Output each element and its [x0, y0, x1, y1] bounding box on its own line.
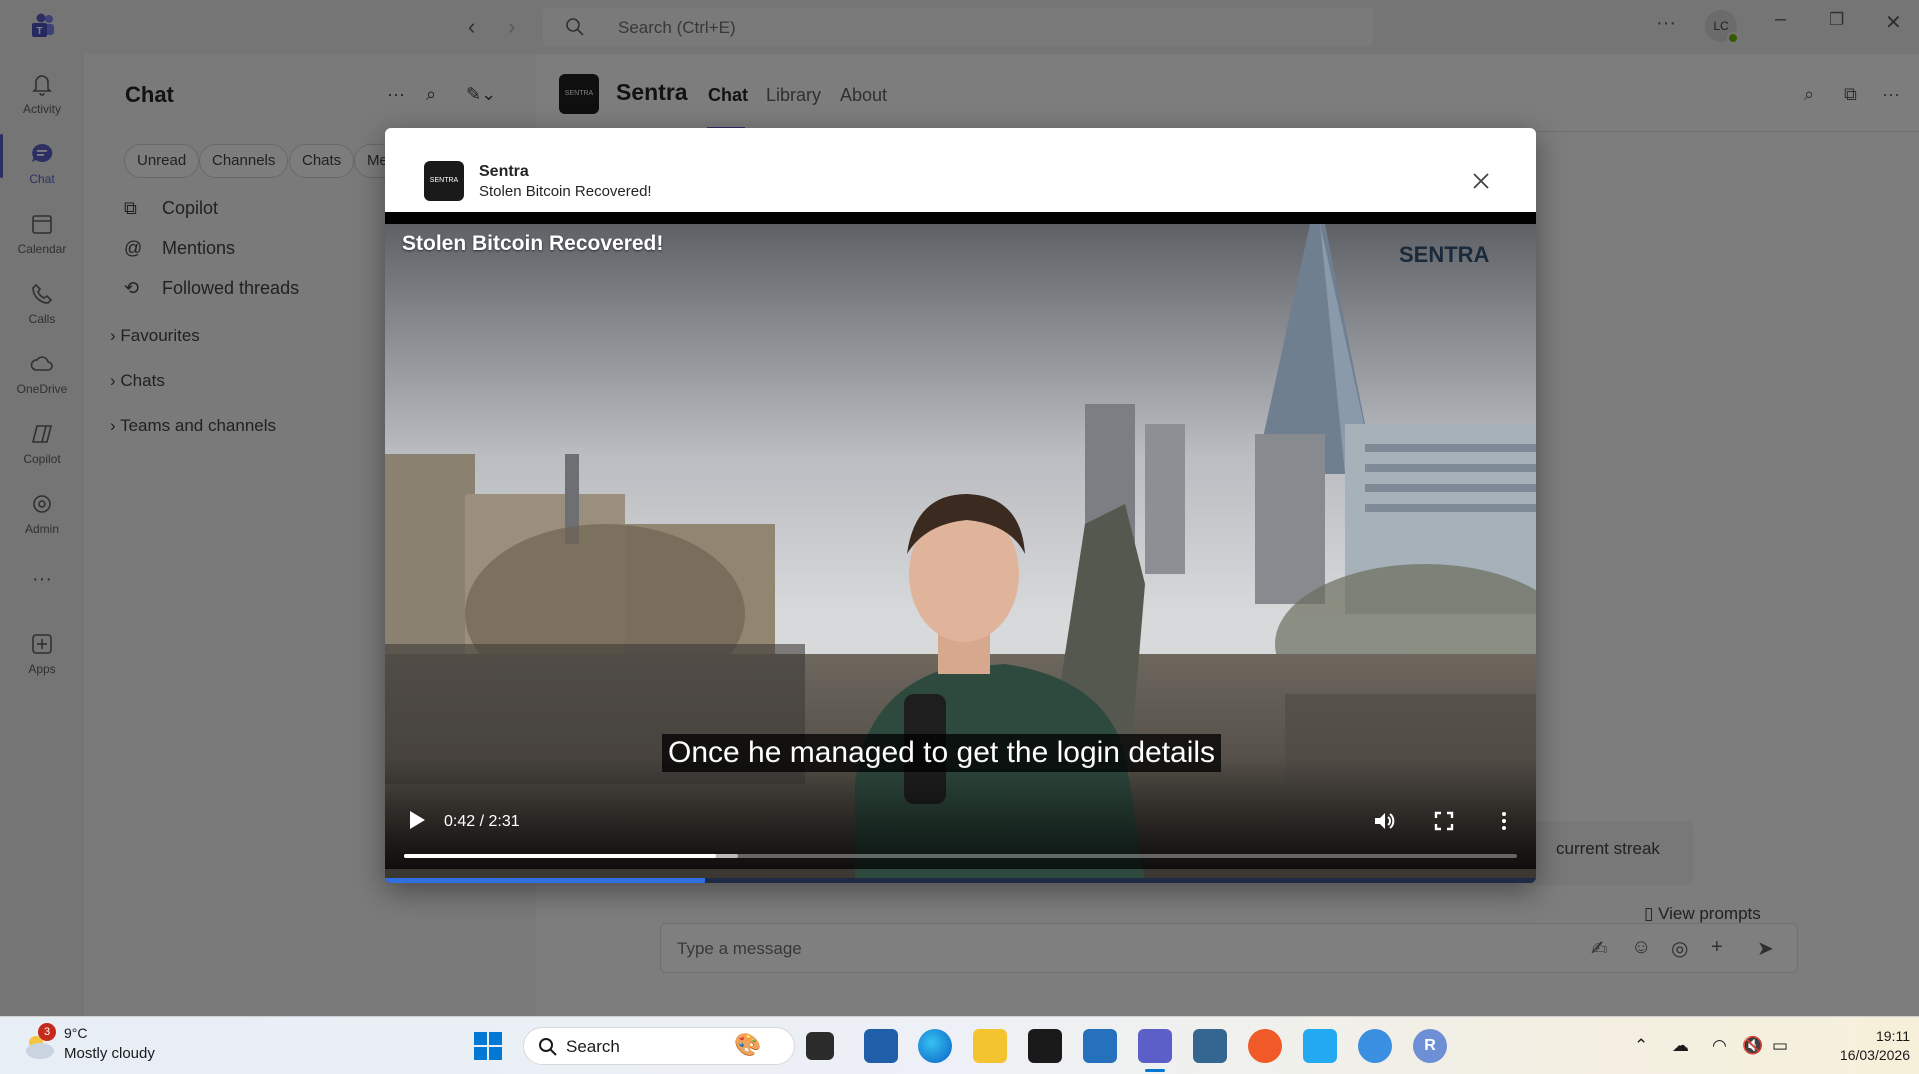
- clock-time: 19:11: [1876, 1028, 1910, 1044]
- video-bottom-progress: [385, 878, 1536, 883]
- task-view-icon[interactable]: [806, 1032, 834, 1060]
- app-news-icon[interactable]: [864, 1029, 898, 1063]
- play-icon[interactable]: [407, 809, 427, 831]
- close-icon[interactable]: [1468, 168, 1494, 194]
- video-controls: 0:42 / 2:31: [385, 757, 1536, 869]
- clock-date: 16/03/2026: [1839, 1047, 1910, 1063]
- wifi-icon[interactable]: ◠: [1712, 1036, 1727, 1056]
- more-vertical-icon[interactable]: [1492, 809, 1516, 833]
- weather-notification-badge: 3: [38, 1023, 56, 1041]
- dialog-header: SENTRA Sentra Stolen Bitcoin Recovered!: [385, 128, 1536, 212]
- video-seek-bar[interactable]: [404, 854, 1517, 858]
- video-time: 0:42 / 2:31: [444, 813, 520, 830]
- weather-condition: Mostly cloudy: [64, 1045, 155, 1062]
- windows-start-icon[interactable]: [473, 1031, 503, 1061]
- taskbar-search-placeholder: Search: [566, 1037, 620, 1056]
- dialog-subtitle: Stolen Bitcoin Recovered!: [479, 183, 652, 200]
- video-brand-watermark: SENTRA: [1399, 242, 1490, 267]
- dialog-app-name: Sentra: [479, 163, 529, 180]
- remote-desktop-icon[interactable]: [1358, 1029, 1392, 1063]
- system-clock[interactable]: 19:11 16/03/2026: [1810, 1027, 1910, 1065]
- taskbar-search-input[interactable]: Search 🎨: [523, 1027, 795, 1065]
- volume-muted-icon[interactable]: 🔇: [1742, 1036, 1763, 1056]
- video-dialog: SENTRA Sentra Stolen Bitcoin Recovered!: [385, 128, 1536, 883]
- edge-browser-icon[interactable]: [918, 1029, 952, 1063]
- active-app-indicator: [1145, 1069, 1165, 1072]
- r-app-icon[interactable]: R: [1413, 1029, 1447, 1063]
- search-icon: [539, 1038, 557, 1056]
- search-highlight-icon: 🎨: [734, 1032, 762, 1057]
- tray-chevron-up-icon[interactable]: ⌃: [1634, 1036, 1648, 1056]
- taskbar: 3 9°C Mostly cloudy Search 🎨 R ⌃ ☁ ◠ 🔇 ▭…: [0, 1016, 1919, 1074]
- battery-icon[interactable]: ▭: [1772, 1036, 1788, 1056]
- file-explorer-icon[interactable]: [973, 1029, 1007, 1063]
- video-played-bar: [404, 854, 716, 858]
- sentra-logo: SENTRA: [424, 161, 464, 201]
- weather-widget[interactable]: 3 9°C Mostly cloudy: [22, 1023, 172, 1067]
- video-player[interactable]: Stolen Bitcoin Recovered! SENTRA Once he…: [385, 212, 1536, 883]
- fullscreen-icon[interactable]: [1432, 809, 1456, 833]
- terminal-icon[interactable]: [1028, 1029, 1062, 1063]
- onedrive-tray-icon[interactable]: ☁: [1672, 1036, 1689, 1056]
- powershell-icon[interactable]: [1083, 1029, 1117, 1063]
- volume-icon[interactable]: [1372, 809, 1396, 833]
- weather-temperature: 9°C: [64, 1025, 88, 1041]
- video-title: Stolen Bitcoin Recovered!: [402, 232, 664, 255]
- vscode-icon[interactable]: [1303, 1029, 1337, 1063]
- teams-taskbar-icon[interactable]: [1138, 1029, 1172, 1063]
- video-bottom-progress-fill: [385, 878, 705, 883]
- postman-icon[interactable]: [1248, 1029, 1282, 1063]
- postgres-icon[interactable]: [1193, 1029, 1227, 1063]
